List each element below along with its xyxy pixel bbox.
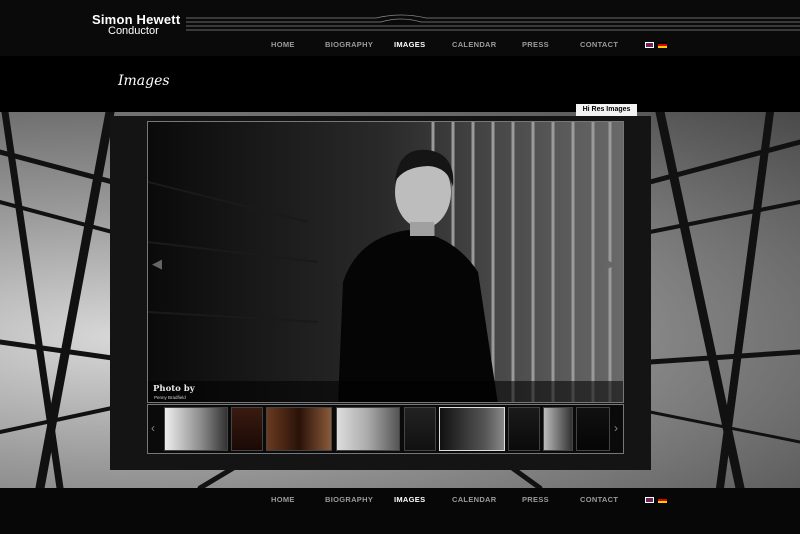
footer-nav-images[interactable]: IMAGES (394, 495, 425, 504)
caption-bar (148, 381, 623, 402)
chevron-right-icon[interactable]: › (614, 421, 618, 435)
thumbnail-6-selected[interactable] (439, 407, 505, 451)
brand-role: Conductor (108, 25, 159, 37)
uk-flag-icon[interactable] (645, 42, 654, 48)
arrow-left-icon[interactable]: ◀ (152, 256, 162, 272)
footer-nav-biography[interactable]: BIOGRAPHY (325, 495, 373, 504)
thumbnail-strip: ‹ › (147, 404, 624, 454)
nav-calendar[interactable]: CALENDAR (452, 40, 496, 49)
site-footer: HOME BIOGRAPHY IMAGES CALENDAR PRESS CON… (0, 488, 800, 534)
hi-res-images-button[interactable]: Hi Res Images (576, 104, 637, 116)
caption-credit: Penny Bradfield (154, 395, 186, 400)
caption-title: Photo by (153, 384, 195, 394)
header-decorative-lines (186, 14, 800, 31)
footer-nav-press[interactable]: PRESS (522, 495, 549, 504)
thumbnail-2[interactable] (231, 407, 263, 451)
nav-contact[interactable]: CONTACT (580, 40, 618, 49)
main-nav: HOME BIOGRAPHY IMAGES CALENDAR PRESS CON… (0, 40, 800, 52)
thumbnail-1[interactable] (164, 407, 228, 451)
chevron-left-icon[interactable]: ‹ (151, 421, 155, 435)
nav-press[interactable]: PRESS (522, 40, 549, 49)
page-title: Images (118, 73, 170, 89)
nav-home[interactable]: HOME (271, 40, 295, 49)
footer-uk-flag-icon[interactable] (645, 497, 654, 503)
portrait-photo (148, 122, 623, 402)
thumbnail-8[interactable] (543, 407, 573, 451)
site-header: Simon Hewett Conductor HOME BIOGRAPHY IM… (0, 0, 800, 56)
german-flag-icon[interactable] (658, 42, 667, 48)
nav-biography[interactable]: BIOGRAPHY (325, 40, 373, 49)
thumbnail-9[interactable] (576, 407, 610, 451)
footer-german-flag-icon[interactable] (658, 497, 667, 503)
thumbnail-3[interactable] (266, 407, 332, 451)
footer-nav-contact[interactable]: CONTACT (580, 495, 618, 504)
footer-nav-calendar[interactable]: CALENDAR (452, 495, 496, 504)
footer-nav-home[interactable]: HOME (271, 495, 295, 504)
nav-images[interactable]: IMAGES (394, 40, 425, 49)
footer-nav: HOME BIOGRAPHY IMAGES CALENDAR PRESS CON… (0, 495, 800, 507)
thumbnail-7[interactable] (508, 407, 540, 451)
main-photo[interactable]: ◀ ▶ Photo by Penny Bradfield (147, 121, 624, 403)
thumbnail-5[interactable] (404, 407, 436, 451)
thumbnail-4[interactable] (336, 407, 400, 451)
arrow-right-icon[interactable]: ▶ (606, 256, 616, 272)
